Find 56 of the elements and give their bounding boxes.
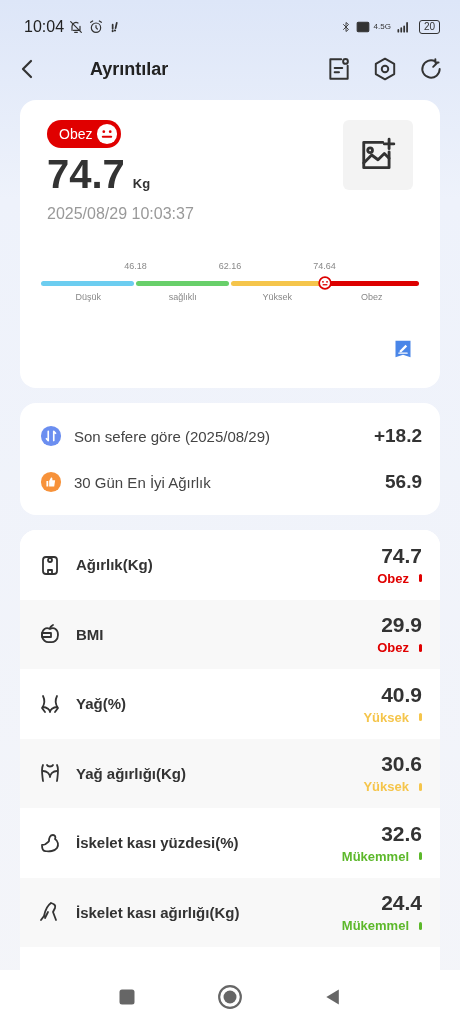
status-label: Yüksek (363, 709, 409, 725)
metric-label: Ağırlık(Kg) (76, 556, 154, 574)
clock-time: 10:04 (24, 17, 65, 36)
range-label: Obez (361, 292, 383, 302)
metric-label: İskelet kası yüzdesi(%) (76, 834, 240, 852)
signal-icon (394, 19, 411, 34)
measure-datetime: 2025/08/29 10:03:37 (47, 205, 194, 223)
metric-value: 40.9 (381, 682, 422, 707)
status-indicator (419, 643, 422, 652)
add-photo-button[interactable] (343, 120, 413, 190)
metric-value: 24.4 (381, 891, 422, 916)
status-badge: Obez (47, 120, 122, 148)
comparison-value: +18.2 (373, 425, 422, 447)
compare-icon (40, 425, 62, 447)
status-label: Mükemmel (341, 848, 409, 864)
metric-label: Yağ ağırlığı(Kg) (76, 764, 187, 782)
threshold-label: 46.18 (124, 261, 147, 271)
thumbs-up-icon (40, 471, 62, 493)
status-label: Yüksek (363, 779, 409, 795)
metric-value: 74.7 (381, 543, 422, 568)
comparison-label: 30 Gün En İyi Ağırlık (74, 473, 212, 491)
recents-icon[interactable] (117, 987, 137, 1007)
status-indicator (419, 782, 422, 791)
note-icon[interactable] (326, 56, 352, 82)
comparison-label: Son sefere göre (2025/08/29) (74, 427, 271, 445)
status-label: Mükemmel (341, 918, 409, 934)
range-label: Düşük (75, 292, 101, 302)
threshold-label: 62.16 (218, 261, 242, 271)
weight-value: 74.7 (47, 152, 125, 197)
status-indicator (419, 713, 422, 722)
weight-unit: Kg (132, 176, 151, 191)
alarm-icon (88, 18, 105, 35)
range-label: sağlıklı (168, 292, 197, 302)
status-label: Obez (377, 640, 409, 656)
network-label: 4.5G (373, 22, 391, 31)
status-indicator (419, 921, 422, 930)
threshold-label: 74.64 (313, 261, 336, 271)
battery-icon: 20 (418, 19, 440, 34)
settings-icon[interactable] (372, 56, 398, 82)
refresh-icon[interactable] (418, 56, 444, 82)
neutral-face-icon (96, 123, 119, 145)
page-title: Ayrıntılar (90, 58, 169, 80)
metric-value: 29.9 (381, 613, 422, 638)
metric-value: 32.6 (381, 821, 422, 846)
home-icon[interactable] (217, 984, 243, 1010)
metric-label: Yağ(%) (76, 695, 127, 713)
range-label: Yüksek (262, 292, 292, 302)
comparison-value: 56.9 (385, 471, 422, 493)
metric-value: 30.6 (381, 752, 422, 777)
metric-label: İskelet kası ağırlığı(Kg) (76, 903, 241, 921)
edit-icon[interactable] (393, 338, 413, 360)
metric-label: BMI (76, 625, 105, 643)
status-label: Obez (377, 570, 409, 586)
status-indicator (419, 574, 422, 583)
status-indicator (419, 852, 422, 861)
bell-off-icon (68, 18, 85, 35)
